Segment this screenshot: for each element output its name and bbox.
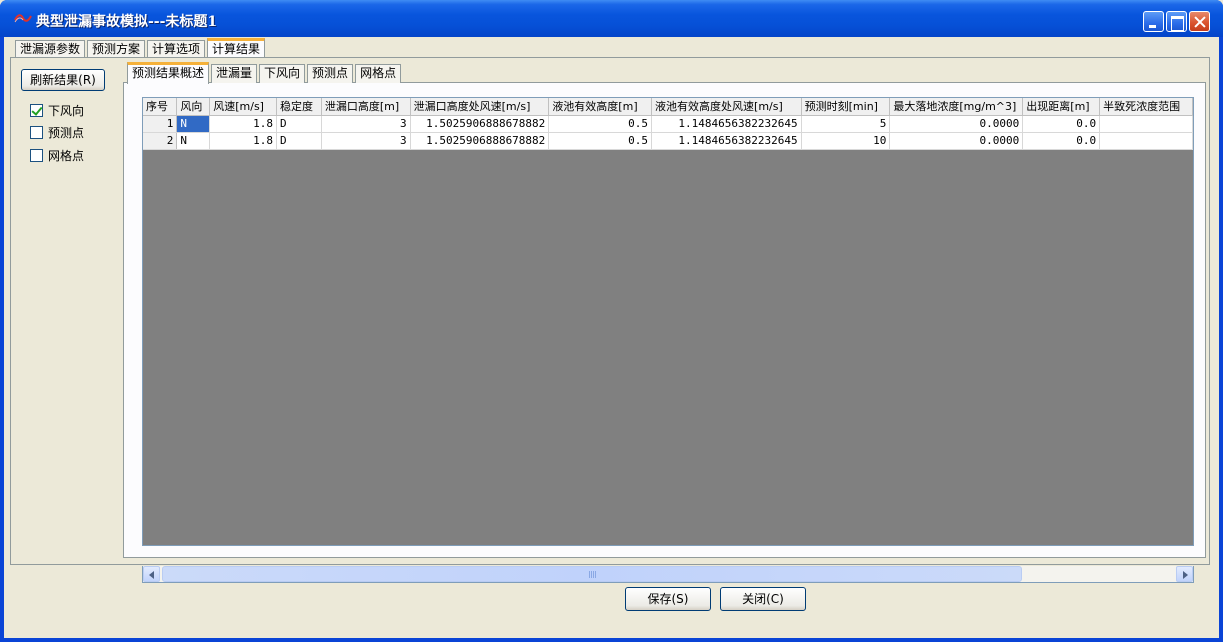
col-header[interactable]: 最大落地浓度[mg/m^3] [889,98,1024,116]
col-header[interactable]: 预测时刻[min] [801,98,891,116]
col-header[interactable]: 出现距离[m] [1022,98,1101,116]
col-header[interactable]: 液池有效高度[m] [548,98,653,116]
table-cell[interactable]: 5 [801,115,891,133]
table-cell[interactable]: 1.1484656382232645 [651,115,802,133]
title-bar[interactable]: 典型泄漏事故模拟---未标题1 [0,0,1223,37]
col-header[interactable]: 泄漏口高度处风速[m/s] [410,98,550,116]
prediction-point-checkbox[interactable] [30,126,43,139]
table-cell[interactable]: 0.5 [548,115,653,133]
table-header-row: 序号 风向 风速[m/s] 稳定度 泄漏口高度[m] 泄漏口高度处风速[m/s]… [143,98,1193,116]
row-number-cell[interactable]: 2 [143,132,178,150]
table-cell[interactable]: D [276,115,322,133]
table-cell[interactable]: 1.1484656382232645 [651,132,802,150]
save-button[interactable]: 保存(S) [625,587,711,611]
refresh-results-button[interactable]: 刷新结果(R) [21,69,105,91]
scrollbar-grip-icon [589,571,597,578]
prediction-point-checkbox-row[interactable]: 预测点 [30,124,84,141]
col-header[interactable]: 液池有效高度处风速[m/s] [651,98,802,116]
table-cell[interactable] [1099,132,1193,150]
table-cell[interactable] [1099,115,1193,133]
scrollbar-thumb[interactable] [162,566,1022,582]
downwind-checkbox-row[interactable]: 下风向 [30,102,84,119]
table-cell[interactable]: 1.8 [209,115,277,133]
tab-grid-points[interactable]: 网格点 [355,64,402,83]
window-client-area: 泄漏源参数 预测方案 计算选项 计算结果 刷新结果(R) 下风向 预测点 网格点… [4,37,1219,638]
row-number-cell[interactable]: 1 [143,115,178,133]
table-cell[interactable]: 0.0000 [889,115,1024,133]
table-row[interactable]: 2 N 1.8 D 3 1.5025906888678882 0.5 1.148… [143,132,1193,150]
tab-downwind[interactable]: 下风向 [259,64,306,83]
table-row[interactable]: 1 N 1.8 D 3 1.5025906888678882 0.5 1.148… [143,115,1193,133]
maximize-button[interactable] [1166,11,1187,32]
table-cell[interactable]: 1.5025906888678882 [410,132,550,150]
col-header[interactable]: 风向 [176,98,211,116]
downwind-checkbox-label: 下风向 [48,104,85,118]
window-title: 典型泄漏事故模拟---未标题1 [36,14,218,30]
prediction-point-checkbox-label: 预测点 [48,126,85,140]
results-tab-strip: 预测结果概述 泄漏量 下风向 预测点 网格点 [127,61,403,84]
scroll-right-arrow-icon[interactable] [1176,566,1193,582]
table-cell[interactable]: 3 [321,115,411,133]
grid-point-checkbox-row[interactable]: 网格点 [30,147,84,164]
tab-results-overview[interactable]: 预测结果概述 [127,62,210,84]
horizontal-scrollbar[interactable] [142,566,1194,583]
results-table: 序号 风向 风速[m/s] 稳定度 泄漏口高度[m] 泄漏口高度处风速[m/s]… [143,98,1193,150]
table-cell[interactable]: 0.5 [548,132,653,150]
table-cell[interactable]: 0.0000 [889,132,1024,150]
table-cell[interactable]: 1.5025906888678882 [410,115,550,133]
tab-prediction-points[interactable]: 预测点 [307,64,354,83]
table-cell[interactable]: N [176,132,211,150]
table-cell[interactable]: 10 [801,132,891,150]
grid-point-checkbox[interactable] [30,149,43,162]
table-cell[interactable]: 3 [321,132,411,150]
col-header[interactable]: 序号 [143,98,178,116]
table-cell[interactable]: D [276,132,322,150]
grid-point-checkbox-label: 网格点 [48,149,85,163]
minimize-button[interactable] [1143,11,1164,32]
col-header[interactable]: 稳定度 [276,98,322,116]
table-cell[interactable]: 1.8 [209,132,277,150]
close-button[interactable]: 关闭(C) [720,587,806,611]
table-cell[interactable]: 0.0 [1022,132,1101,150]
downwind-checkbox[interactable] [30,104,43,117]
col-header[interactable]: 半致死浓度范围 [1099,98,1193,116]
app-logo-icon [14,14,32,23]
close-window-button[interactable] [1189,11,1210,32]
app-window: 典型泄漏事故模拟---未标题1 泄漏源参数 预测方案 计算选项 计算结果 刷新结… [0,0,1223,642]
results-grid[interactable]: 序号 风向 风速[m/s] 稳定度 泄漏口高度[m] 泄漏口高度处风速[m/s]… [142,97,1194,546]
scroll-left-arrow-icon[interactable] [143,566,160,582]
table-cell[interactable]: N [176,115,211,133]
table-cell[interactable]: 0.0 [1022,115,1101,133]
tab-leak-amount[interactable]: 泄漏量 [211,64,258,83]
col-header[interactable]: 泄漏口高度[m] [321,98,411,116]
main-tab-strip: 泄漏源参数 预测方案 计算选项 计算结果 [15,37,267,60]
col-header[interactable]: 风速[m/s] [209,98,277,116]
